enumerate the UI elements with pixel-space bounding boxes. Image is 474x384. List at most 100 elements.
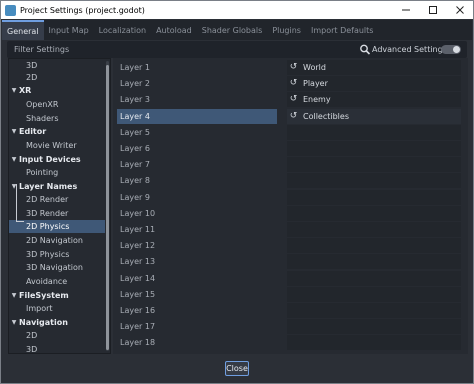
tree-item[interactable]: OpenXR	[9, 98, 105, 111]
layer-name-field[interactable]	[287, 157, 461, 173]
layer-name-value: Collectibles	[303, 111, 349, 121]
layer-row[interactable]: Layer 17	[117, 319, 464, 335]
layer-row[interactable]: Layer 15	[117, 286, 464, 302]
layer-label: Layer 17	[120, 322, 156, 332]
tree-item[interactable]: 3D Navigation	[9, 261, 105, 274]
advanced-settings-label: Advanced Settings	[372, 45, 447, 54]
tree-item[interactable]: Pointing	[9, 166, 105, 179]
layer-name-field[interactable]	[287, 173, 461, 189]
tree-item[interactable]: 2D	[9, 71, 105, 84]
tab-autoload[interactable]: Autoload	[151, 20, 197, 40]
layer-row[interactable]: Layer 12	[117, 238, 464, 254]
layer-row[interactable]: Layer 7	[117, 157, 464, 173]
tree-section[interactable]: ▼ Layer Names	[9, 180, 105, 193]
layer-label: Layer 16	[120, 306, 156, 315]
layer-row[interactable]: Layer 5	[117, 124, 464, 140]
layer-name-field[interactable]: ↺ Enemy	[287, 92, 461, 108]
layer-row[interactable]: Layer 1 ↺ World	[117, 60, 464, 75]
layer-name-field[interactable]	[287, 124, 461, 140]
layer-label: Layer 12	[120, 241, 156, 251]
layer-label: Layer 6	[120, 144, 150, 153]
revert-icon[interactable]: ↺	[289, 111, 298, 121]
layer-name-field[interactable]	[287, 189, 461, 205]
layer-name-field[interactable]	[287, 335, 461, 351]
revert-icon[interactable]: ↺	[289, 79, 298, 88]
chevron-down-icon[interactable]: ▼	[9, 319, 19, 326]
tab-shader-globals[interactable]: Shader Globals	[197, 20, 268, 40]
maximize-icon[interactable]	[419, 1, 446, 19]
layer-name-field[interactable]	[287, 238, 461, 254]
layer-row[interactable]: Layer 8	[117, 173, 464, 189]
layer-row[interactable]: Layer 3 ↺ Enemy	[117, 92, 464, 108]
tree-item-label: 3D	[26, 61, 38, 70]
tab-general[interactable]: General	[2, 20, 44, 40]
tree-item-label: OpenXR	[26, 100, 59, 109]
layer-row[interactable]: Layer 16	[117, 303, 464, 318]
layer-row[interactable]: Layer 13	[117, 254, 464, 270]
tree-item[interactable]: Movie Writer	[9, 139, 105, 152]
title-bar[interactable]: Project Settings (project.godot)	[1, 1, 473, 19]
advanced-settings-toggle[interactable]	[441, 45, 461, 54]
tree-item-label: Navigation	[19, 318, 68, 327]
layer-name-field[interactable]	[287, 205, 461, 221]
layer-row[interactable]: Layer 18	[117, 335, 464, 351]
tree-item[interactable]: 2D	[9, 329, 105, 342]
tree-item[interactable]: Shaders	[9, 112, 105, 125]
close-icon[interactable]	[446, 1, 473, 19]
layer-row[interactable]: Layer 11	[117, 222, 464, 237]
revert-icon[interactable]: ↺	[289, 95, 298, 104]
layer-name-field[interactable]	[287, 270, 461, 286]
layer-name-field[interactable]: ↺ World	[287, 60, 461, 75]
tree-section[interactable]: ▼ FileSystem	[9, 289, 105, 302]
tree-item-label: Shaders	[26, 114, 59, 123]
filter-placeholder: Filter Settings	[14, 45, 70, 54]
tree-item-label: 2D	[26, 331, 38, 340]
tree-item[interactable]: 3D	[9, 343, 105, 354]
layer-row[interactable]: Layer 6	[117, 141, 464, 156]
revert-icon[interactable]: ↺	[289, 63, 298, 72]
layer-label: Layer 9	[120, 192, 150, 202]
tab-localization[interactable]: Localization	[94, 20, 151, 40]
close-button[interactable]: Close	[225, 361, 249, 376]
layer-row[interactable]: Layer 14	[117, 270, 464, 286]
layer-row[interactable]: Layer 10	[117, 205, 464, 221]
tree-item[interactable]: 2D Render	[9, 193, 105, 206]
chevron-down-icon[interactable]: ▼	[9, 183, 19, 190]
tree-scrollbar-thumb[interactable]	[106, 65, 109, 350]
tree-item-label: 3D Render	[26, 209, 69, 218]
layer-name-field[interactable]	[287, 222, 461, 237]
layer-name-field[interactable]: ↺ Collectibles	[287, 108, 461, 124]
tree-section[interactable]: ▼ Input Devices	[9, 153, 105, 166]
layer-name-field[interactable]	[287, 286, 461, 302]
tree-item[interactable]: 2D Navigation	[9, 234, 105, 247]
minimize-icon[interactable]	[392, 1, 419, 19]
layer-row[interactable]: Layer 2 ↺ Player	[117, 76, 464, 92]
tree-item-label: 3D	[26, 345, 38, 354]
layer-name-field[interactable]	[287, 303, 461, 318]
tree-item[interactable]: Import	[9, 302, 105, 315]
layer-row[interactable]: Layer 4 ↺ Collectibles	[117, 108, 464, 124]
tab-input-map[interactable]: Input Map	[44, 20, 94, 40]
tab-import-defaults[interactable]: Import Defaults	[306, 20, 379, 40]
layer-names-panel: Layer 1 ↺ World Layer 2 ↺ Player Layer 3 ↺ Enemy…	[113, 58, 468, 354]
chevron-down-icon[interactable]: ▼	[9, 87, 19, 94]
tab-plugins[interactable]: Plugins	[267, 20, 306, 40]
chevron-down-icon[interactable]: ▼	[9, 156, 19, 163]
tree-item-label: Pointing	[26, 168, 59, 177]
tree-item[interactable]: 3D	[9, 59, 105, 72]
search-icon[interactable]	[359, 44, 371, 55]
layer-name-field[interactable]: ↺ Player	[287, 76, 461, 92]
tree-section[interactable]: ▼ Editor	[9, 125, 105, 138]
layer-label: Layer 18	[120, 338, 156, 348]
chevron-down-icon[interactable]: ▼	[9, 292, 19, 299]
tree-item[interactable]: 3D Render	[9, 207, 105, 220]
layer-name-field[interactable]	[287, 141, 461, 156]
tree-section[interactable]: ▼ Navigation	[9, 316, 105, 329]
chevron-down-icon[interactable]: ▼	[9, 128, 19, 135]
layer-name-field[interactable]	[287, 254, 461, 270]
tree-section[interactable]: ▼ XR	[9, 84, 105, 97]
layer-row[interactable]: Layer 9	[117, 189, 464, 205]
tree-item[interactable]: 3D Physics	[9, 248, 105, 261]
layer-name-field[interactable]	[287, 319, 461, 335]
tree-item[interactable]: Avoidance	[9, 275, 105, 288]
